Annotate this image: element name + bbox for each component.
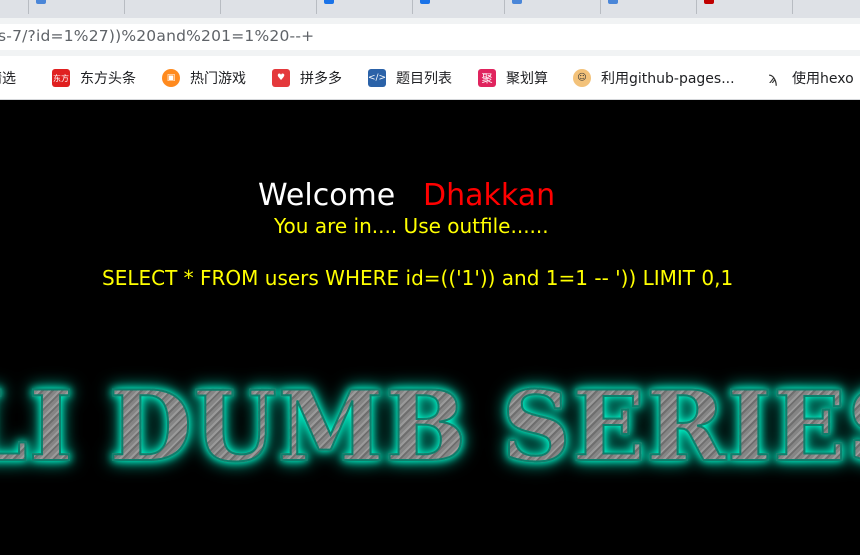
bookmark-games[interactable]: ▣ 热门游戏 (162, 68, 246, 88)
pinduoduo-icon: ♥ (272, 69, 290, 87)
tab-favicon-icon (324, 0, 334, 4)
bookmark-label: 使用hexo (792, 71, 854, 87)
browser-tab[interactable] (220, 0, 317, 14)
bookmark-github-pages[interactable]: ☺ 利用github-pages... (573, 68, 735, 88)
bookmark-label: 拼多多 (300, 71, 342, 87)
bookmark-problems[interactable]: </> 题目列表 (368, 68, 452, 88)
hexo-icon: ϡ (768, 69, 778, 87)
status-message: You are in.... Use outfile...... (274, 214, 549, 238)
browser-tab[interactable] (792, 0, 860, 14)
bookmark-label: 精选 (0, 71, 16, 87)
browser-tab[interactable] (316, 0, 413, 14)
bookmark-label: 题目列表 (396, 71, 452, 87)
tab-favicon-icon (36, 0, 46, 4)
url-text: s-7/?id=1%27))%20and%201=1%20--+ (0, 27, 315, 45)
bookmarks-bar: 精选 东方 东方头条 ▣ 热门游戏 ♥ 拼多多 </> 题目列表 聚 聚划算 ☺… (0, 56, 860, 100)
bookmark-hexo[interactable]: ϡ 使用hexo (764, 68, 854, 88)
browser-tab[interactable] (0, 0, 29, 14)
browser-tab[interactable] (124, 0, 221, 14)
avatar-icon: ☺ (573, 69, 591, 87)
bookmark-label: 聚划算 (506, 71, 548, 87)
banner-logo: LI DUMB SERIES (0, 369, 860, 484)
bookmark-jingxuan[interactable]: 精选 (0, 68, 16, 88)
bookmark-label: 热门游戏 (190, 71, 246, 87)
bookmark-label: 利用github-pages... (601, 71, 735, 87)
username-text: Dhakkan (423, 178, 556, 213)
bookmark-juhuasuan[interactable]: 聚 聚划算 (478, 68, 548, 88)
browser-tab[interactable] (504, 0, 601, 14)
address-bar: s-7/?id=1%27))%20and%201=1%20--+ (0, 18, 860, 56)
browser-tab[interactable] (28, 0, 125, 14)
code-icon: </> (368, 69, 386, 87)
tab-strip (0, 0, 860, 18)
sql-query-text: SELECT * FROM users WHERE id=(('1')) and… (102, 266, 734, 290)
page-content: Welcome Dhakkan You are in.... Use outfi… (0, 100, 860, 555)
bookmark-pinduoduo[interactable]: ♥ 拼多多 (272, 68, 342, 88)
tab-favicon-icon (512, 0, 522, 4)
browser-tab[interactable] (696, 0, 793, 14)
tab-favicon-icon (420, 0, 430, 4)
juhuasuan-icon: 聚 (478, 69, 496, 87)
url-input[interactable]: s-7/?id=1%27))%20and%201=1%20--+ (0, 24, 860, 50)
game-icon: ▣ (162, 69, 180, 87)
browser-tab[interactable] (412, 0, 505, 14)
bookmark-label: 东方头条 (80, 71, 136, 87)
dongfang-icon: 东方 (52, 69, 70, 87)
tab-favicon-icon (608, 0, 618, 4)
bookmark-dongfang[interactable]: 东方 东方头条 (52, 68, 136, 88)
welcome-text: Welcome (258, 178, 396, 213)
tab-favicon-icon (704, 0, 714, 4)
browser-tab[interactable] (600, 0, 697, 14)
